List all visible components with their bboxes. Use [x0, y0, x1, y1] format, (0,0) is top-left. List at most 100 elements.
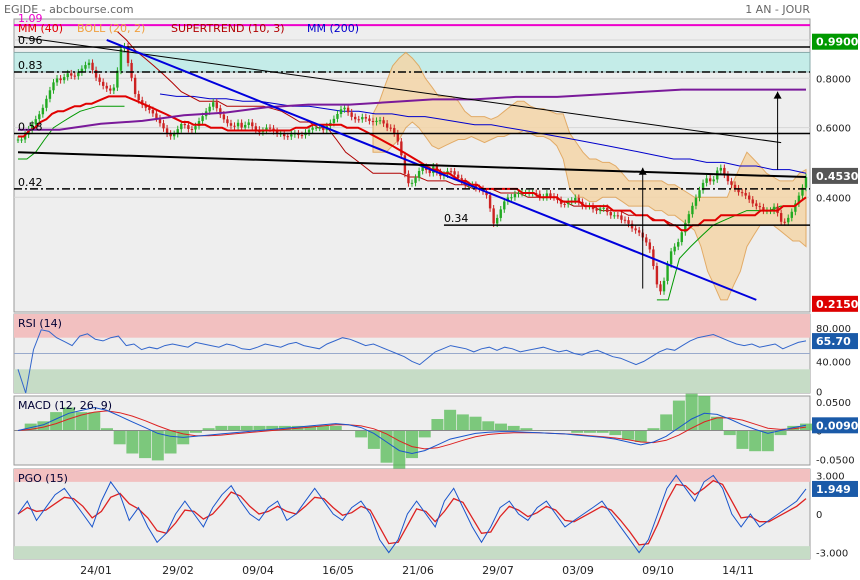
candle-body-140 — [513, 194, 517, 198]
level-label-2: 0.83 — [18, 59, 43, 72]
candle-body-170 — [620, 215, 623, 220]
candle-body-34 — [137, 94, 140, 101]
macd-label: MACD (12, 26, 9) — [18, 399, 112, 412]
level-label-5: 0.34 — [444, 212, 469, 225]
macd-histogram-bar-62 — [800, 423, 812, 431]
candle-body-164 — [598, 208, 602, 211]
candle-body-41 — [162, 123, 165, 129]
macd-histogram-bar-17 — [228, 425, 241, 431]
macd-histogram-bar-53 — [685, 393, 698, 431]
macd-tick-2: -0.0500 — [816, 455, 855, 466]
candle-body-24 — [101, 81, 105, 86]
candle-body-44 — [172, 133, 176, 137]
candle-body-46 — [180, 123, 183, 130]
candle-body-61 — [233, 125, 236, 127]
legend-item-0: MM (40) — [18, 22, 63, 35]
x-tick-4: 21/06 — [402, 564, 434, 577]
candle-body-65 — [247, 122, 250, 125]
candle-body-172 — [627, 220, 630, 224]
legend-item-1: BOLL (20, 2) — [77, 22, 145, 35]
macd-histogram-bar-48 — [622, 430, 635, 440]
candle-body-89 — [332, 118, 336, 123]
macd-histogram-bar-57 — [736, 430, 749, 449]
candle-body-85 — [318, 127, 321, 129]
macd-histogram-bar-49 — [634, 430, 647, 442]
macd-histogram-bar-25 — [329, 425, 342, 431]
candle-body-205 — [744, 193, 747, 196]
candle-body-171 — [623, 219, 627, 221]
legend-item-3: MM (200) — [307, 22, 359, 35]
candle-body-71 — [268, 127, 272, 129]
pgo-label: PGO (15) — [18, 472, 68, 485]
macd-histogram-bar-8 — [113, 430, 126, 445]
candle-body-141 — [517, 193, 520, 195]
candle-body-134 — [492, 208, 495, 224]
header-period: 1 AN - JOUR — [745, 3, 810, 16]
candle-body-47 — [183, 123, 187, 126]
candle-body-209 — [758, 206, 762, 208]
candle-body-189 — [687, 214, 691, 223]
macd-histogram-bar-38 — [494, 423, 507, 431]
candle-body-201 — [730, 181, 733, 185]
macd-histogram-bar-39 — [507, 425, 520, 431]
candle-body-163 — [595, 209, 598, 211]
candle-body-19 — [84, 65, 87, 69]
candle-body-180 — [655, 266, 659, 285]
candle-body-168 — [613, 215, 616, 217]
candle-body-106 — [393, 128, 396, 134]
candle-body-178 — [648, 242, 652, 250]
x-tick-7: 09/10 — [642, 564, 674, 577]
candle-body-82 — [307, 129, 311, 133]
candle-body-165 — [602, 207, 605, 209]
candle-body-191 — [694, 197, 698, 206]
candle-body-0 — [16, 139, 20, 141]
candle-body-84 — [314, 127, 318, 129]
candle-body-123 — [453, 171, 456, 175]
candle-body-32 — [130, 62, 133, 78]
candle-body-12 — [59, 78, 62, 81]
candle-body-174 — [634, 228, 637, 231]
candle-body-20 — [87, 62, 91, 66]
candle-body-192 — [698, 190, 701, 198]
legend-item-2: SUPERTREND (10, 3) — [171, 22, 285, 35]
macd-histogram-bar-9 — [126, 430, 139, 454]
candle-body-139 — [510, 197, 513, 199]
macd-histogram-bar-11 — [151, 430, 164, 461]
macd-histogram-bar-35 — [456, 414, 469, 431]
macd-histogram-bar-52 — [672, 400, 685, 431]
level-label-1: 0.96 — [18, 34, 43, 47]
macd-tick-0: 0.0500 — [816, 398, 851, 409]
x-tick-3: 16/05 — [322, 564, 354, 577]
candle-body-96 — [357, 119, 360, 121]
candle-body-83 — [311, 127, 314, 130]
candle-body-102 — [378, 120, 382, 122]
candle-body-15 — [70, 73, 73, 76]
x-tick-6: 03/09 — [562, 564, 594, 577]
candle-body-185 — [673, 246, 676, 252]
candle-body-122 — [449, 171, 453, 173]
candle-body-80 — [300, 135, 304, 137]
price-panel: 1.0000.80000.60000.40001.090.960.830.580… — [13, 12, 859, 313]
level-label-4: 0.42 — [18, 176, 43, 189]
candle-body-184 — [669, 251, 673, 265]
candle-body-135 — [495, 217, 499, 224]
candle-body-217 — [787, 217, 790, 223]
macd-histogram-bar-34 — [444, 409, 457, 431]
pgo-lower-zone — [14, 546, 810, 559]
candle-body-169 — [616, 215, 620, 217]
candle-body-182 — [662, 280, 666, 292]
rsi-panel: RSI (14) 80.00040.000065.70 — [13, 313, 858, 398]
price-badge-1-label: 0.4530 — [816, 170, 859, 183]
candle-body-28 — [116, 70, 119, 88]
pgo-upper-zone — [14, 469, 810, 482]
candle-body-177 — [645, 237, 648, 243]
candle-body-62 — [236, 122, 240, 127]
candle-body-26 — [109, 88, 112, 91]
candle-body-110 — [407, 173, 410, 184]
macd-histogram-bar-56 — [723, 430, 736, 436]
candle-body-48 — [187, 125, 190, 129]
candle-body-100 — [371, 121, 375, 123]
candle-body-17 — [77, 72, 80, 77]
candle-body-194 — [705, 178, 708, 183]
candle-body-25 — [105, 85, 108, 89]
